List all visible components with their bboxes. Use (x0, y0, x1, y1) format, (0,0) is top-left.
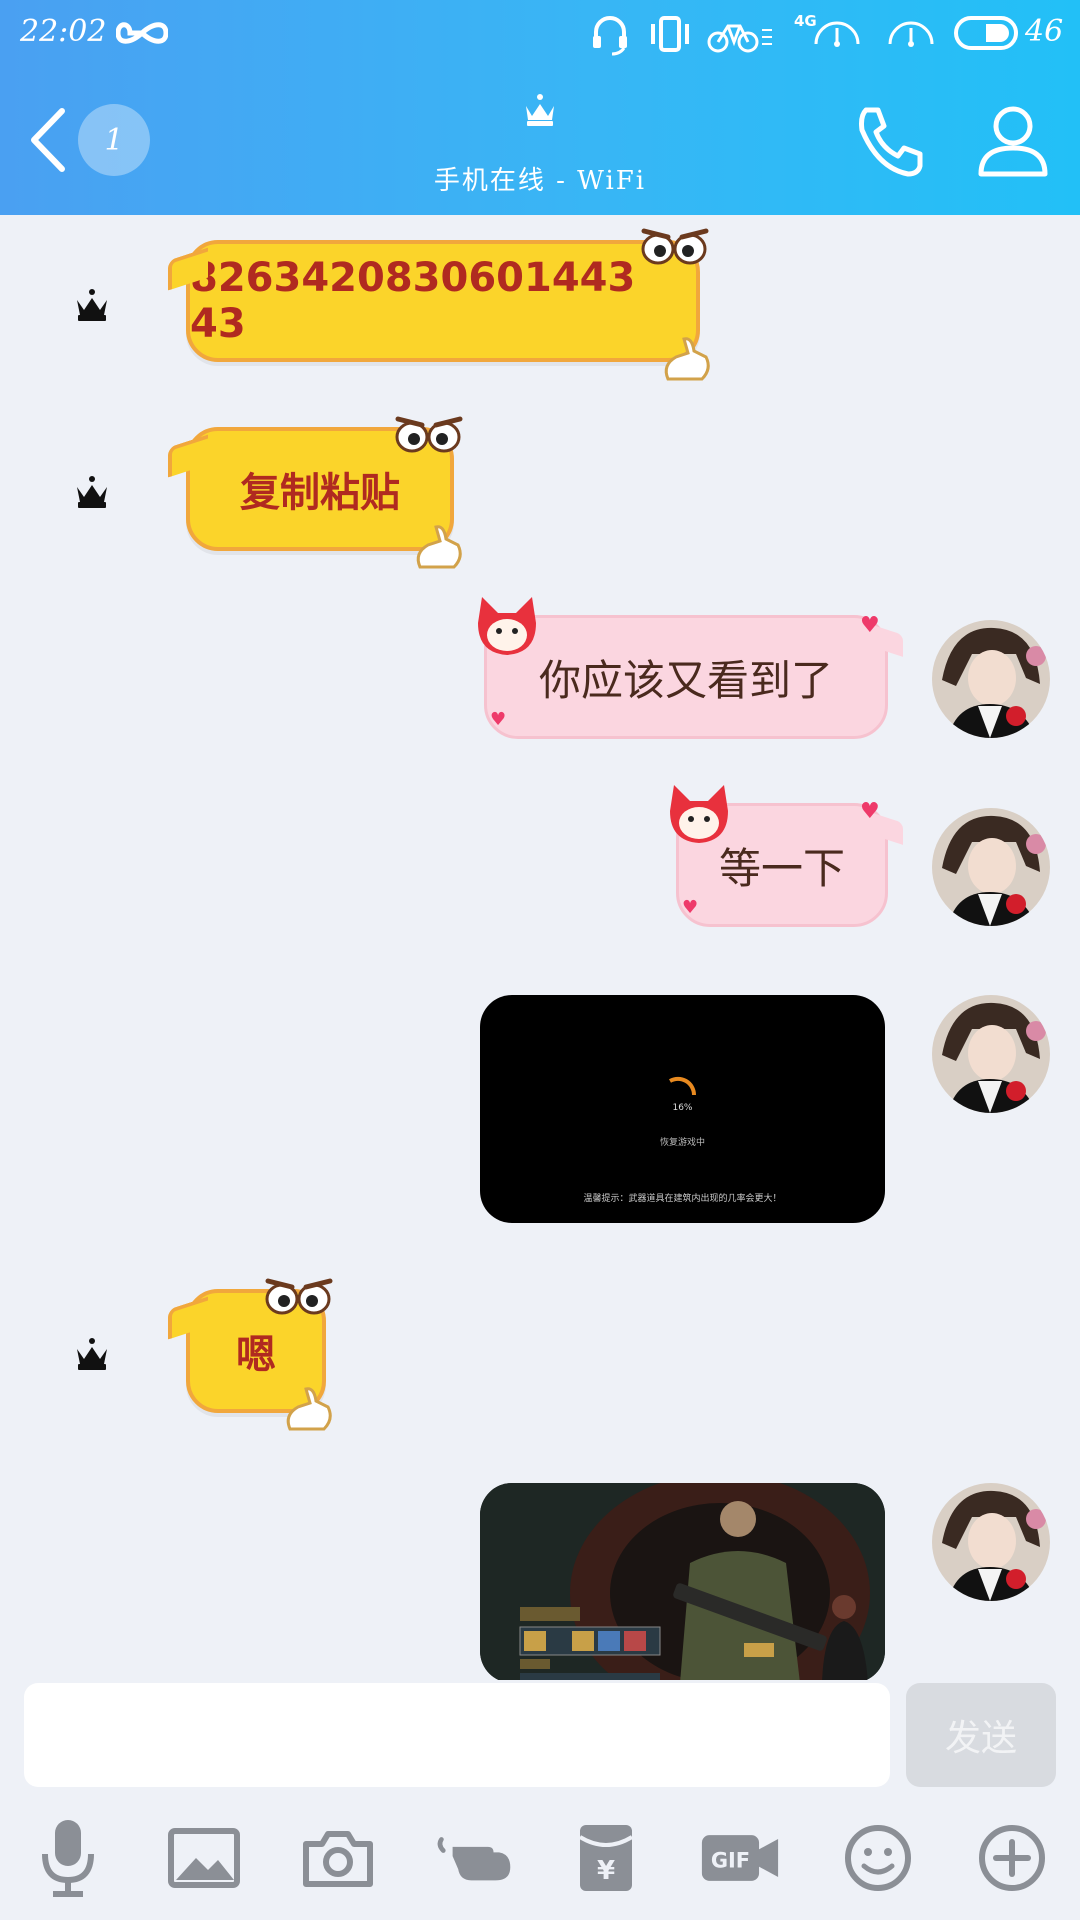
plus-icon (979, 1825, 1045, 1891)
my-avatar[interactable] (932, 620, 1050, 738)
photo-album-button[interactable] (164, 1818, 244, 1898)
status-bar: 22:02 4G 46 (0, 0, 1080, 70)
loading-text: 恢复游戏中 (659, 1138, 705, 1148)
chat-header: 22:02 4G 46 1 手机在线 - WiFi (0, 0, 1080, 215)
contact-avatar-crown-icon[interactable] (74, 286, 110, 322)
wifi-speedometer-icon (888, 21, 934, 47)
battery-level: 46 (1025, 14, 1064, 49)
heart-icon: ♥ (682, 897, 699, 918)
eyes-sticker-icon (395, 416, 463, 453)
heart-icon: ♥ (860, 799, 880, 824)
my-avatar[interactable] (932, 1483, 1050, 1601)
voice-button[interactable] (28, 1818, 108, 1898)
red-packet-icon: ¥ (578, 1825, 634, 1891)
composer: 发送 ¥ GIF (0, 1680, 1080, 1920)
message-bubble[interactable]: 8263420830601443 43 (168, 240, 700, 362)
red-packet-button[interactable]: ¥ (566, 1818, 646, 1898)
microphone-icon (42, 1820, 94, 1897)
chat-messages[interactable]: 8263420830601443 43 复制粘贴 你应该又看到了 ♥ ♥ 等一下… (0, 215, 1080, 1680)
message-text: 复制粘贴 (240, 470, 400, 516)
game-screenshot-image (480, 1483, 885, 1680)
crown-icon (526, 94, 554, 126)
unread-count-badge[interactable]: 1 (78, 104, 150, 176)
hand-sticker-icon (664, 337, 710, 381)
my-avatar[interactable] (932, 808, 1050, 926)
phone-call-button[interactable] (852, 102, 930, 180)
svg-text:¥: ¥ (597, 1856, 615, 1886)
hand-sticker-icon (416, 525, 462, 569)
profile-button[interactable] (976, 102, 1050, 178)
emoji-icon (845, 1825, 911, 1891)
loading-tip: 温馨提示：武器道具在建筑内出现的几率会更大！ (583, 1194, 782, 1204)
emoji-button[interactable] (838, 1818, 918, 1898)
my-avatar[interactable] (932, 995, 1050, 1113)
bike-icon (707, 24, 772, 53)
svg-text:GIF: GIF (711, 1849, 750, 1873)
message-text: 8263420830601443 43 (190, 255, 636, 347)
loading-percent: 16% (672, 1103, 693, 1113)
heart-icon: ♥ (490, 709, 507, 730)
headset-icon (593, 16, 627, 56)
contact-avatar-crown-icon[interactable] (74, 1335, 110, 1371)
fox-sticker-icon (670, 785, 728, 843)
camera-icon (303, 1831, 373, 1887)
message-text: 你应该又看到了 (538, 655, 833, 705)
hand-sticker-icon (286, 1387, 332, 1431)
back-button[interactable] (26, 105, 70, 175)
infinity-icon (116, 22, 168, 44)
image-message-loading[interactable]: 16% 恢复游戏中 温馨提示：武器道具在建筑内出现的几率会更大！ (480, 995, 885, 1223)
poke-button[interactable] (434, 1818, 514, 1898)
eyes-sticker-icon (265, 1278, 333, 1315)
message-input[interactable] (24, 1683, 890, 1787)
image-message[interactable] (480, 1483, 885, 1680)
signal-speedometer-icon (814, 21, 860, 47)
eyes-sticker-icon (641, 228, 709, 265)
send-button[interactable]: 发送 (906, 1683, 1056, 1787)
poke-hand-icon (437, 1837, 511, 1881)
more-options-button[interactable] (972, 1818, 1052, 1898)
battery-icon (954, 16, 1018, 50)
contact-status-subtitle: 手机在线 - WiFi (433, 166, 647, 196)
message-text: 嗯 (236, 1332, 276, 1378)
image-icon (168, 1828, 240, 1888)
loading-spinner-icon (669, 1076, 697, 1096)
vibrate-icon (651, 16, 689, 52)
contact-avatar-crown-icon[interactable] (74, 473, 110, 509)
gif-button[interactable]: GIF (700, 1818, 780, 1898)
camera-button[interactable] (298, 1818, 378, 1898)
heart-icon: ♥ (860, 613, 880, 638)
status-time: 22:02 (20, 14, 107, 49)
message-bubble[interactable]: 你应该又看到了 (484, 615, 903, 739)
fox-sticker-icon (478, 597, 536, 655)
message-text: 等一下 (718, 843, 845, 893)
gif-icon: GIF (701, 1835, 779, 1881)
